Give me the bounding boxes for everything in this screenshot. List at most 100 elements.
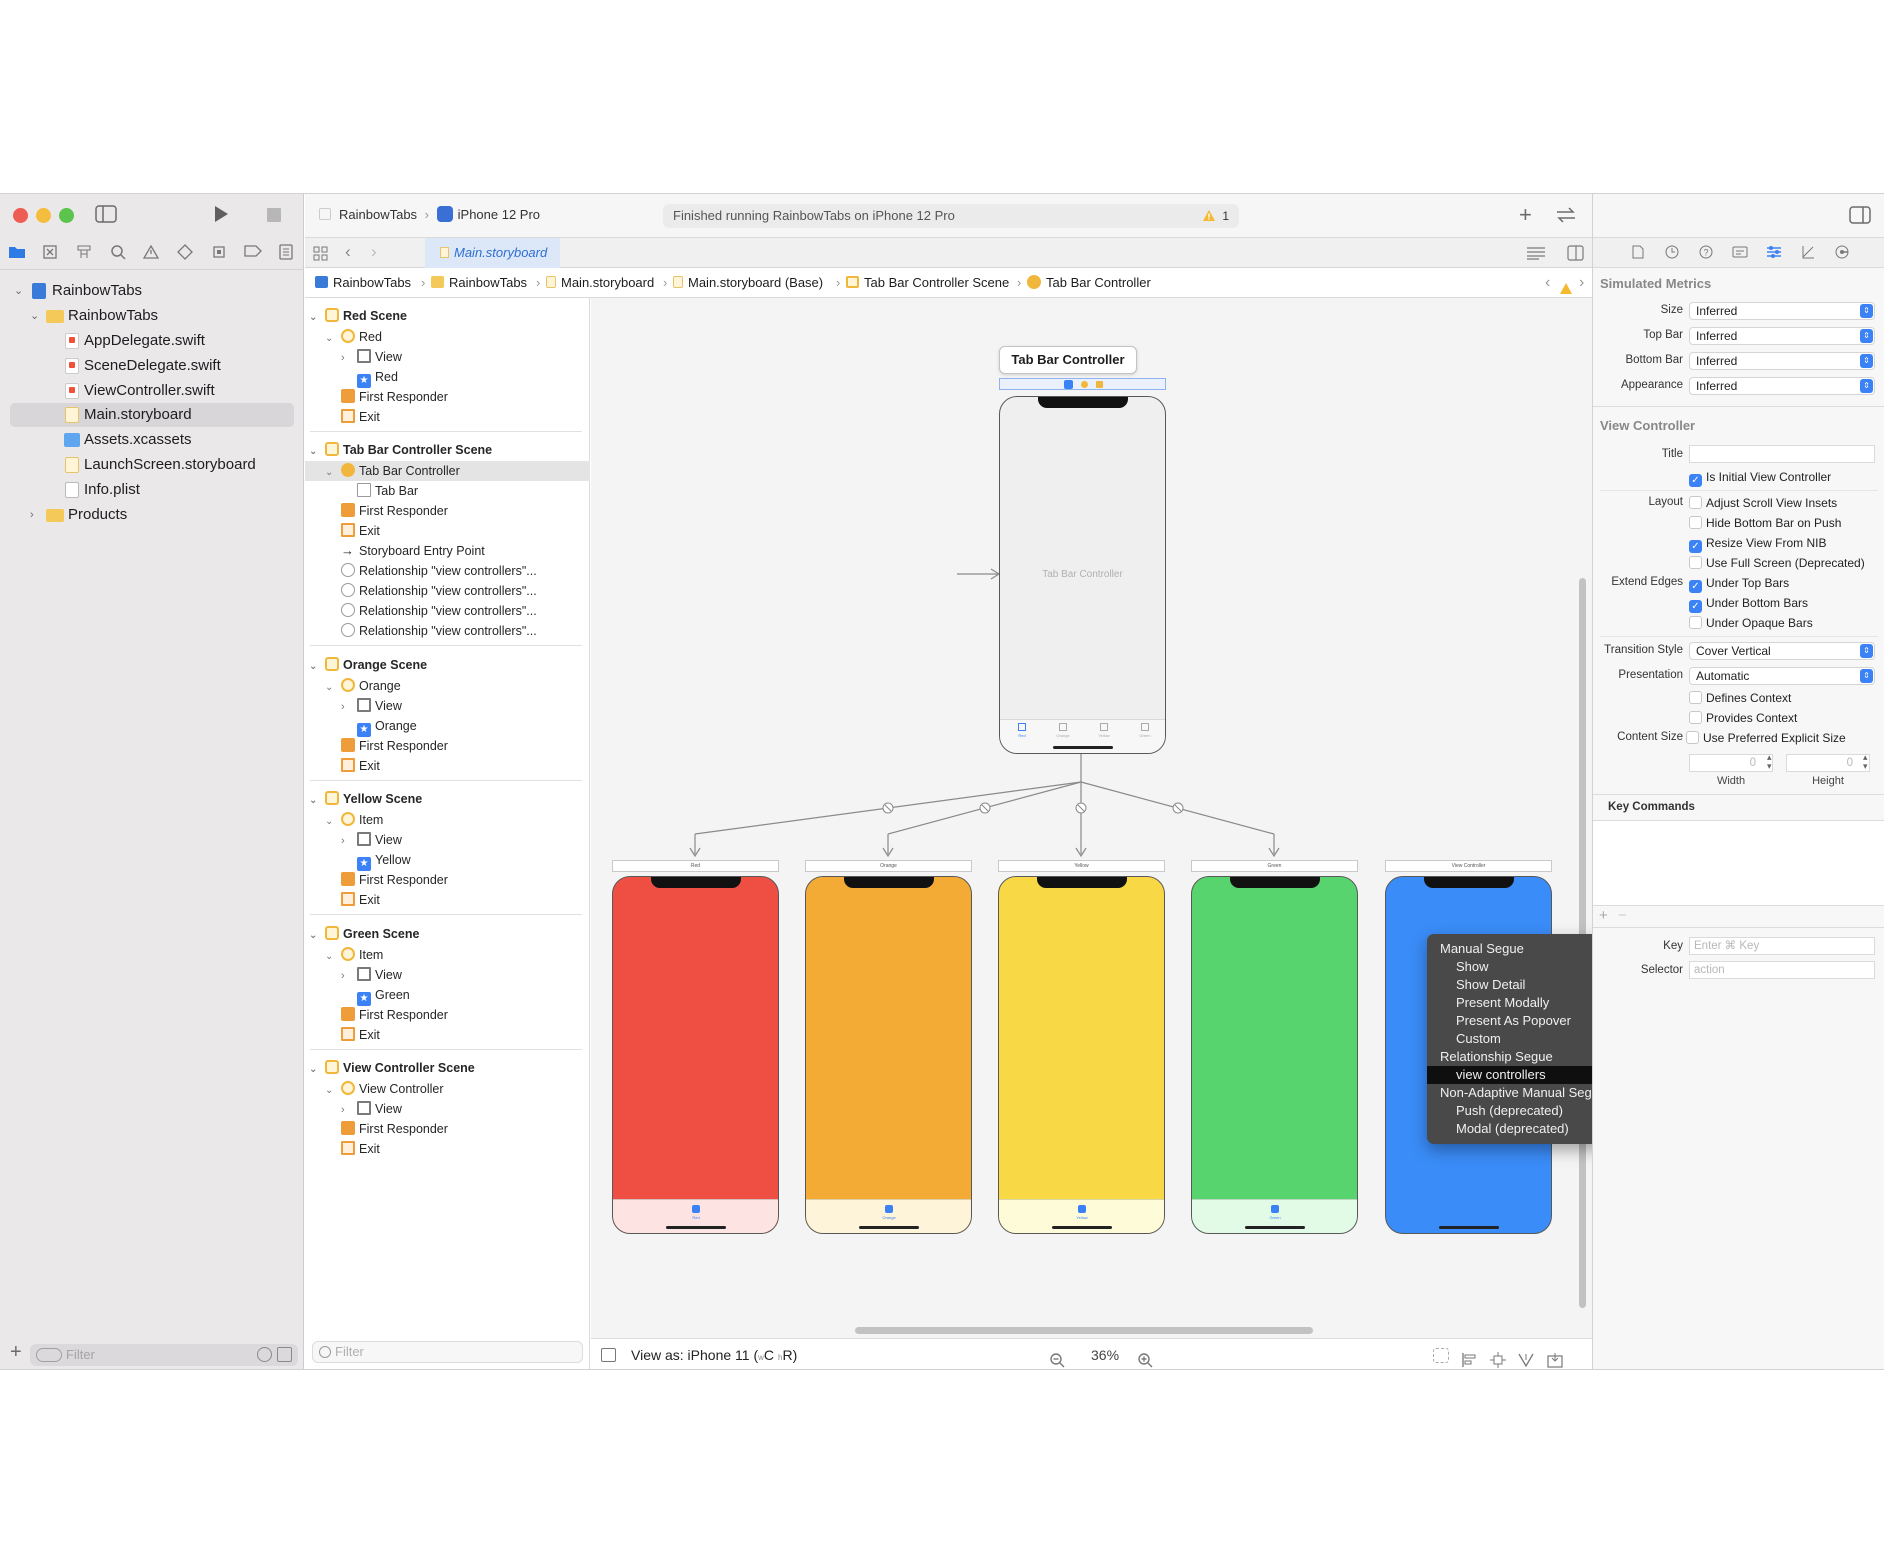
- attributes-inspector-icon[interactable]: [1766, 245, 1782, 261]
- tree-file-row[interactable]: AppDelegate.swift: [10, 329, 300, 353]
- outline-item[interactable]: Relationship "view controllers"...: [341, 581, 537, 601]
- breakpoint-icon[interactable]: [243, 244, 263, 264]
- tree-file-row[interactable]: SceneDelegate.swift: [10, 354, 300, 378]
- red-scene-phone[interactable]: Red: [612, 876, 779, 1234]
- outline-item[interactable]: Relationship "view controllers"...: [341, 561, 537, 581]
- recent-files-icon[interactable]: [257, 1347, 272, 1362]
- remove-key-command-button[interactable]: −: [1618, 907, 1627, 924]
- outline-item[interactable]: Exit: [341, 1139, 380, 1159]
- minimize-window-button[interactable]: [36, 208, 51, 223]
- breadcrumb-scene[interactable]: Tab Bar Controller Scene: [846, 268, 1009, 298]
- inspector-toggle-icon[interactable]: [1849, 206, 1871, 229]
- swap-icon[interactable]: [1555, 206, 1577, 229]
- chevron-right-icon[interactable]: ›: [341, 697, 357, 717]
- outline-item[interactable]: ⌄ Item: [325, 945, 383, 965]
- tree-file-row[interactable]: ViewController.swift: [10, 379, 300, 403]
- outline-item[interactable]: › View: [341, 347, 402, 367]
- hide-bottom-checkbox[interactable]: Hide Bottom Bar on Push: [1689, 515, 1841, 531]
- outline-item[interactable]: ⌄ Red: [325, 327, 382, 347]
- chevron-down-icon[interactable]: ⌄: [309, 308, 325, 328]
- outline-item[interactable]: Exit: [341, 756, 380, 776]
- add-constraints-icon[interactable]: [1489, 1347, 1507, 1369]
- outline-item[interactable]: Exit: [341, 890, 380, 910]
- tree-products-row[interactable]: › Products: [10, 503, 300, 527]
- align-icon[interactable]: [1461, 1347, 1479, 1369]
- outline-item[interactable]: First Responder: [341, 387, 448, 407]
- outline-item[interactable]: › View: [341, 830, 402, 850]
- outline-item[interactable]: › View: [341, 696, 402, 716]
- document-outline-toggle-icon[interactable]: [601, 1348, 616, 1362]
- under-bottom-bars-checkbox[interactable]: ✓ Under Bottom Bars: [1689, 595, 1808, 613]
- breadcrumb-file[interactable]: Main.storyboard: [546, 268, 654, 298]
- width-stepper[interactable]: ▴ ▾: [1767, 753, 1772, 771]
- resize-nib-checkbox[interactable]: ✓ Resize View From NIB: [1689, 535, 1826, 553]
- outline-item[interactable]: ★ Green: [357, 985, 410, 1006]
- chevron-down-icon[interactable]: ⌄: [309, 1060, 325, 1080]
- scene-title-view-controller[interactable]: View Controller: [1385, 860, 1552, 872]
- issue-icon[interactable]: [141, 244, 161, 264]
- outline-item[interactable]: First Responder: [341, 1119, 448, 1139]
- chevron-down-icon[interactable]: ⌄: [309, 657, 325, 677]
- search-icon[interactable]: [108, 244, 128, 264]
- debug-icon[interactable]: [209, 244, 229, 264]
- scene-title-green[interactable]: Green: [1191, 860, 1358, 872]
- outline-item[interactable]: Relationship "view controllers"...: [341, 621, 537, 641]
- zoom-in-icon[interactable]: [1137, 1347, 1153, 1369]
- outline-item[interactable]: › View: [341, 965, 402, 985]
- zoom-window-button[interactable]: [59, 208, 74, 223]
- chevron-down-icon[interactable]: ⌄: [309, 791, 325, 811]
- breadcrumb-project[interactable]: RainbowTabs: [315, 268, 411, 298]
- back-chevron-icon[interactable]: ‹: [345, 242, 351, 262]
- under-opaque-bars-checkbox[interactable]: Under Opaque Bars: [1689, 615, 1813, 631]
- plus-icon[interactable]: +: [1519, 202, 1532, 228]
- chevron-down-icon[interactable]: ⌄: [325, 463, 341, 483]
- sidebar-toggle-icon[interactable]: [95, 205, 117, 228]
- size-inspector-icon[interactable]: [1800, 245, 1816, 261]
- chevron-down-icon[interactable]: ⌄: [14, 279, 26, 303]
- tree-file-row-selected[interactable]: Main.storyboard: [10, 403, 294, 427]
- full-screen-checkbox[interactable]: Use Full Screen (Deprecated): [1689, 555, 1865, 571]
- file-inspector-icon[interactable]: [1630, 245, 1646, 261]
- top-bar-popup[interactable]: Inferred ⇕: [1689, 327, 1875, 345]
- outline-item[interactable]: Exit: [341, 521, 380, 541]
- scene-title-red[interactable]: Red: [612, 860, 779, 872]
- is-initial-checkbox[interactable]: ✓ Is Initial View Controller: [1689, 469, 1831, 487]
- outline-item[interactable]: Relationship "view controllers"...: [341, 601, 537, 621]
- chevron-down-icon[interactable]: ⌄: [325, 812, 341, 832]
- defines-context-checkbox[interactable]: Defines Context: [1689, 690, 1791, 706]
- run-button[interactable]: [212, 204, 230, 229]
- breadcrumb-group[interactable]: RainbowTabs: [431, 268, 527, 298]
- width-field[interactable]: 0: [1689, 754, 1773, 772]
- scheme-selector[interactable]: RainbowTabs › iPhone 12 Pro: [319, 206, 540, 222]
- outline-item[interactable]: ⌄ Item: [325, 810, 383, 830]
- appearance-popup[interactable]: Inferred ⇕: [1689, 377, 1875, 395]
- tree-file-row[interactable]: LaunchScreen.storyboard: [10, 453, 300, 477]
- report-icon[interactable]: [276, 244, 296, 264]
- forward-chevron-icon[interactable]: ›: [371, 242, 377, 262]
- outline-scene-red[interactable]: ⌄ Red Scene: [309, 306, 589, 326]
- breadcrumb-object[interactable]: Tab Bar Controller: [1027, 268, 1151, 298]
- height-stepper[interactable]: ▴ ▾: [1863, 753, 1868, 771]
- outline-scene-view-controller[interactable]: ⌄ View Controller Scene: [309, 1058, 589, 1078]
- outline-item[interactable]: ★ Orange: [357, 716, 417, 737]
- selector-field[interactable]: action: [1689, 961, 1875, 979]
- update-frames-icon[interactable]: [1433, 1348, 1449, 1363]
- editor-options-icon[interactable]: [1526, 246, 1546, 265]
- outline-item[interactable]: ⌄ Orange: [325, 676, 401, 696]
- presentation-popup[interactable]: Automatic ⇕: [1689, 667, 1875, 685]
- quick-help-icon[interactable]: ?: [1698, 245, 1714, 261]
- tree-file-row[interactable]: Assets.xcassets: [10, 428, 300, 452]
- outline-filter-input[interactable]: Filter: [312, 1341, 583, 1363]
- test-icon[interactable]: [175, 244, 195, 264]
- warning-icon[interactable]: 1: [1202, 204, 1229, 228]
- outline-item[interactable]: ⌄ View Controller: [325, 1079, 444, 1099]
- connections-inspector-icon[interactable]: [1834, 245, 1850, 261]
- tree-group-row[interactable]: ⌄ RainbowTabs: [10, 304, 300, 328]
- orange-scene-phone[interactable]: Orange: [805, 876, 972, 1234]
- scene-title-orange[interactable]: Orange: [805, 860, 972, 872]
- folder-icon[interactable]: [7, 244, 27, 264]
- outline-item[interactable]: Exit: [341, 1025, 380, 1045]
- chevron-down-icon[interactable]: ⌄: [325, 1081, 341, 1101]
- chevron-down-icon[interactable]: ⌄: [325, 329, 341, 349]
- size-popup[interactable]: Inferred ⇕: [1689, 302, 1875, 320]
